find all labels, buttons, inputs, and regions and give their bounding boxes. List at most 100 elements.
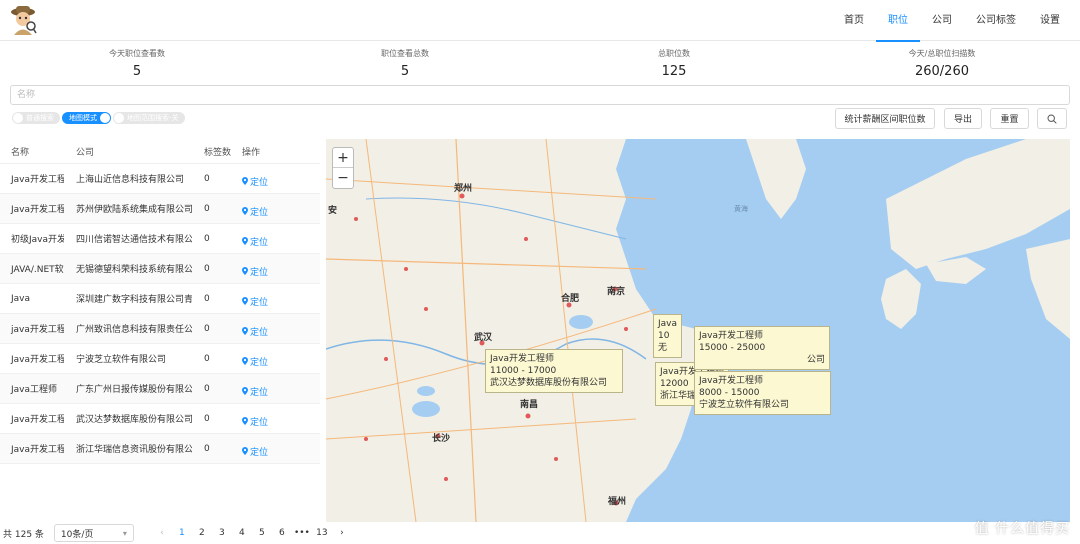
locate-label: 定位 <box>250 267 269 278</box>
company-cell: 广州致讯信息科技有限责任公司 <box>76 325 192 335</box>
popup-title: Java <box>658 319 678 329</box>
table-row[interactable]: 初级Java开发 四川信诺智达通信技术有限公司 0 定位 <box>0 224 320 254</box>
locate-label: 定位 <box>250 417 269 428</box>
map-popup[interactable]: Java 10 无 <box>653 314 683 358</box>
page-button[interactable]: 5 <box>252 528 272 538</box>
location-pin-icon <box>242 417 248 426</box>
reset-button[interactable]: 重置 <box>990 108 1029 129</box>
table-row[interactable]: Java开发工程 上海山近信息科技有限公司 0 定位 <box>0 164 320 194</box>
locate-label: 定位 <box>250 387 269 398</box>
job-name-cell: Java开发工程 <box>11 175 64 185</box>
search-icon <box>1047 113 1057 124</box>
action-cell: 定位 <box>237 349 307 369</box>
action-cell: 定位 <box>237 259 307 279</box>
page-button[interactable]: 6 <box>272 528 292 538</box>
page-button[interactable]: 4 <box>232 528 252 538</box>
nav-companies[interactable]: 公司 <box>920 0 964 41</box>
stat-label: 今天/总职位扫描数 <box>908 49 976 58</box>
name-search-input[interactable] <box>10 85 1070 105</box>
table-row[interactable]: Java工程师 广东广州日报传媒股份有限公司 0 定位 <box>0 374 320 404</box>
normal-search-toggle[interactable]: 普通搜索 <box>12 112 60 124</box>
tag-count-cell: 0 <box>204 353 210 364</box>
stat-value: 260/260 <box>914 64 969 79</box>
tag-count-cell: 0 <box>204 233 210 244</box>
table-row[interactable]: Java开发工程 武汉达梦数据库股份有限公司 0 定位 <box>0 404 320 434</box>
tag-count-cell: 0 <box>204 383 210 394</box>
popup-company: 武汉达梦数据库股份有限公司 <box>490 378 608 388</box>
map-popup[interactable]: Java开发工程师 15000 - 25000 公司 <box>694 326 830 370</box>
locate-link[interactable]: 定位 <box>242 385 268 398</box>
job-name-cell: Java开发工程 <box>11 445 64 455</box>
locate-link[interactable]: 定位 <box>242 445 268 458</box>
locate-link[interactable]: 定位 <box>242 295 268 308</box>
stat-label: 今天职位查看数 <box>109 49 165 58</box>
locate-link[interactable]: 定位 <box>242 325 268 338</box>
page-size-value: 10条/页 <box>60 529 94 540</box>
export-button[interactable]: 导出 <box>944 108 982 129</box>
job-name-cell: Java开发工程 <box>11 415 64 425</box>
locate-link[interactable]: 定位 <box>242 205 268 218</box>
map-popup[interactable]: Java开发工程师 11000 - 17000 武汉达梦数据库股份有限公司 <box>485 349 623 393</box>
tag-count-cell: 0 <box>204 173 210 184</box>
job-name-cell: java开发工程 <box>11 325 64 335</box>
nav-home[interactable]: 首页 <box>832 0 876 41</box>
job-map[interactable]: 郑州 合肥 南京 武汉 南昌 长沙 福州 安 黄海 + − Java 10 无 … <box>326 139 1070 522</box>
map-mode-toggle[interactable]: 地图模式 <box>62 112 111 124</box>
map-popup[interactable]: Java开发工程师 8000 - 15000 宁波芝立软件有限公司 <box>694 371 831 415</box>
col-name-header[interactable]: 名称 <box>0 145 64 158</box>
locate-link[interactable]: 定位 <box>242 235 268 248</box>
company-cell: 宁波芝立软件有限公司 <box>76 355 167 365</box>
action-cell: 定位 <box>237 409 307 429</box>
popup-title: Java开发工程师 <box>699 376 764 386</box>
next-page-button[interactable]: › <box>332 528 352 538</box>
locate-link[interactable]: 定位 <box>242 415 268 428</box>
table-row[interactable]: Java 深圳建广数字科技有限公司青岛 0 定位 <box>0 284 320 314</box>
col-company-header[interactable]: 公司 <box>64 145 192 158</box>
nav-settings[interactable]: 设置 <box>1028 0 1072 41</box>
map-zoom-control: + − <box>332 147 354 189</box>
map-range-search-toggle[interactable]: 地图范围搜索-关 <box>113 112 185 124</box>
search-button[interactable] <box>1037 108 1067 129</box>
tag-count-cell: 0 <box>204 263 210 274</box>
table-row[interactable]: java开发工程 广州致讯信息科技有限责任公司 0 定位 <box>0 314 320 344</box>
table-row[interactable]: Java开发工程 宁波芝立软件有限公司 0 定位 <box>0 344 320 374</box>
locate-link[interactable]: 定位 <box>242 265 268 278</box>
page-button[interactable]: 3 <box>212 528 232 538</box>
zoom-out-button[interactable]: − <box>333 168 353 188</box>
top-nav: 首页 职位 公司 公司标签 设置 <box>832 0 1072 42</box>
job-name-cell: Java <box>11 293 31 304</box>
locate-link[interactable]: 定位 <box>242 175 268 188</box>
nav-company-tags[interactable]: 公司标签 <box>964 0 1028 41</box>
tag-count-cell: 0 <box>204 443 210 454</box>
page-button[interactable]: 2 <box>192 528 212 538</box>
page-ellipsis[interactable]: ••• <box>292 528 312 538</box>
col-tags-header[interactable]: 标签数 <box>192 145 237 158</box>
company-cell: 武汉达梦数据库股份有限公司 <box>76 415 192 425</box>
page-size-select[interactable]: 10条/页 ▾ <box>53 524 134 542</box>
action-cell: 定位 <box>237 379 307 399</box>
prev-page-button[interactable]: ‹ <box>152 528 172 538</box>
location-pin-icon <box>242 327 248 336</box>
location-pin-icon <box>242 267 248 276</box>
nav-jobs[interactable]: 职位 <box>876 0 920 42</box>
page-button[interactable]: 13 <box>312 528 332 538</box>
locate-link[interactable]: 定位 <box>242 355 268 368</box>
detective-logo-icon[interactable] <box>8 4 38 36</box>
table-row[interactable]: Java开发工程 浙江华瑞信息资讯股份有限公司 0 定位 <box>0 434 320 464</box>
job-name-cell: JAVA/.NET软 <box>11 265 64 275</box>
location-pin-icon <box>242 297 248 306</box>
stat-label: 总职位数 <box>658 49 690 58</box>
locate-label: 定位 <box>250 297 269 308</box>
zoom-in-button[interactable]: + <box>333 148 353 168</box>
col-actions-header: 操作 <box>242 148 261 158</box>
action-cell: 定位 <box>237 169 307 189</box>
job-name-cell: Java工程师 <box>11 385 58 395</box>
salary-stats-button[interactable]: 统计薪酬区间职位数 <box>835 108 935 129</box>
city-label: 郑州 <box>454 182 472 194</box>
chevron-down-icon: ▾ <box>122 528 127 538</box>
toggle-knob <box>100 113 110 123</box>
table-row[interactable]: JAVA/.NET软 无锡德望科荣科技系统有限公司 0 定位 <box>0 254 320 284</box>
page-button[interactable]: 1 <box>172 528 192 538</box>
table-row[interactable]: Java开发工程 苏州伊欧陆系统集成有限公司 0 定位 <box>0 194 320 224</box>
toggle-label: 普通搜索 <box>26 114 54 122</box>
